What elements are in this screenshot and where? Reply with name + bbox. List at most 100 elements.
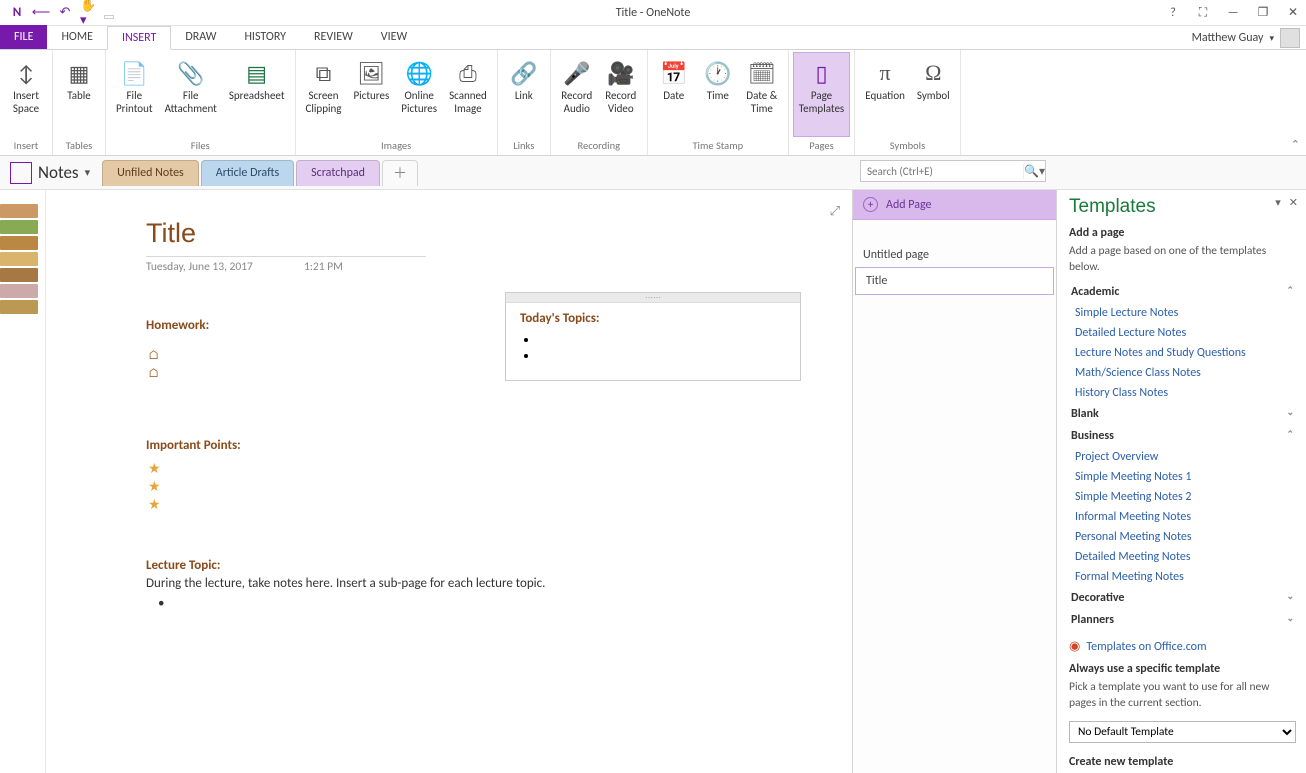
tab-history[interactable]: HISTORY — [230, 25, 300, 49]
page-item-title[interactable]: Title — [855, 267, 1054, 295]
template-link[interactable]: Lecture Notes and Study Questions — [1069, 343, 1296, 363]
camera-icon: 🎥 — [606, 58, 636, 88]
add-page-button[interactable]: + Add Page — [853, 190, 1056, 220]
equation-button[interactable]: πEquation — [859, 52, 911, 137]
tab-draw[interactable]: DRAW — [171, 25, 230, 49]
symbol-button[interactable]: ΩSymbol — [911, 52, 956, 137]
paperclip-icon: 📎 — [176, 58, 206, 88]
notebook-icon[interactable] — [10, 162, 32, 184]
link-button[interactable]: 🔗Link — [502, 52, 546, 137]
online-pictures-button[interactable]: 🌐Online Pictures — [395, 52, 443, 137]
collapse-ribbon-icon[interactable]: ⌃ — [1291, 138, 1300, 151]
search-icon[interactable]: 🔍▾ — [1023, 164, 1045, 179]
template-link[interactable]: Simple Meeting Notes 2 — [1069, 487, 1296, 507]
back-icon[interactable]: ⟵ — [32, 4, 50, 22]
notebook-dropdown-icon[interactable]: ▾ — [85, 166, 91, 179]
expand-icon[interactable]: ⤢ — [830, 204, 840, 219]
lecture-topic-body[interactable]: During the lecture, take notes here. Ins… — [146, 576, 545, 591]
page-title[interactable]: Title — [146, 218, 196, 249]
template-link[interactable]: Simple Lecture Notes — [1069, 303, 1296, 323]
star-icon[interactable]: ★ — [148, 478, 161, 495]
todays-topics-container[interactable]: ⋯⋯ Today's Topics: — [505, 292, 801, 381]
search-box[interactable]: 🔍▾ — [860, 160, 1046, 182]
table-button[interactable]: ▦Table — [57, 52, 101, 137]
list-item[interactable] — [538, 332, 786, 348]
template-link[interactable]: Detailed Meeting Notes — [1069, 547, 1296, 567]
page-canvas[interactable]: ⤢ Title Tuesday, June 13, 2017 1:21 PM H… — [0, 190, 852, 773]
templates-office-link[interactable]: ◉ Templates on Office.com — [1069, 639, 1296, 654]
star-icon[interactable]: ★ — [148, 460, 161, 477]
undo-icon[interactable]: ↶ — [56, 4, 74, 22]
qat-customize-icon[interactable] — [104, 15, 114, 19]
user-name: Matthew Guay — [1192, 31, 1264, 45]
chevron-up-icon: ⌃ — [1286, 285, 1294, 299]
date-button[interactable]: 📅Date — [652, 52, 696, 137]
tab-view[interactable]: VIEW — [367, 25, 421, 49]
template-link[interactable]: Informal Meeting Notes — [1069, 507, 1296, 527]
page-time: 1:21 PM — [304, 260, 343, 274]
link-icon: 🔗 — [509, 58, 539, 88]
online-pictures-icon: 🌐 — [404, 58, 434, 88]
container-drag-handle[interactable]: ⋯⋯ — [506, 293, 800, 303]
restore-icon[interactable]: ❐ — [1254, 4, 1272, 22]
default-template-select[interactable]: No Default Template — [1069, 721, 1296, 743]
section-tab-scratchpad[interactable]: Scratchpad — [296, 160, 380, 186]
home-icon[interactable]: ⌂ — [148, 348, 159, 363]
star-icon[interactable]: ★ — [148, 496, 161, 513]
template-link[interactable]: Formal Meeting Notes — [1069, 567, 1296, 587]
search-input[interactable] — [861, 165, 1023, 178]
chevron-up-icon: ⌃ — [1286, 429, 1294, 443]
scanner-icon: ⎙ — [453, 58, 483, 88]
pictures-button[interactable]: 🖼Pictures — [347, 52, 395, 137]
add-page-desc: Add a page based on one of the templates… — [1069, 244, 1296, 275]
pane-close-icon[interactable]: ✕ — [1289, 196, 1298, 209]
add-section-button[interactable]: ＋ — [382, 160, 418, 186]
category-academic[interactable]: Academic⌃ — [1069, 281, 1296, 303]
template-link[interactable]: Personal Meeting Notes — [1069, 527, 1296, 547]
templates-pane: ▾ ✕ Templates Add a page Add a page base… — [1056, 190, 1306, 773]
category-business[interactable]: Business⌃ — [1069, 425, 1296, 447]
record-video-button[interactable]: 🎥Record Video — [599, 52, 643, 137]
minimize-icon[interactable]: — — [1224, 4, 1242, 22]
user-account[interactable]: Matthew Guay ▾ — [1192, 28, 1300, 48]
date-time-button[interactable]: 🗓Date & Time — [740, 52, 784, 137]
record-audio-button[interactable]: 🎤Record Audio — [555, 52, 599, 137]
scanned-image-button[interactable]: ⎙Scanned Image — [443, 52, 493, 137]
page-margin-line — [45, 190, 46, 773]
page-templates-button[interactable]: ▯Page Templates — [793, 52, 850, 137]
template-link[interactable]: History Class Notes — [1069, 383, 1296, 403]
page-item-untitled[interactable]: Untitled page — [853, 242, 1056, 268]
template-link[interactable]: Math/Science Class Notes — [1069, 363, 1296, 383]
file-printout-button[interactable]: 📄File Printout — [110, 52, 159, 137]
clock-icon: 🕐 — [703, 58, 733, 88]
close-icon[interactable]: ✕ — [1284, 4, 1302, 22]
tab-insert[interactable]: INSERT — [107, 26, 171, 50]
category-decorative[interactable]: Decorative⌄ — [1069, 587, 1296, 609]
list-item[interactable] — [538, 348, 786, 364]
avatar — [1280, 28, 1300, 48]
spreadsheet-button[interactable]: ▤Spreadsheet — [223, 52, 291, 137]
touch-mode-icon[interactable]: ✋▾ — [80, 4, 98, 22]
full-screen-icon[interactable]: ⛶ — [1194, 4, 1212, 22]
home-icon[interactable]: ⌂ — [148, 366, 159, 381]
tab-review[interactable]: REVIEW — [300, 25, 367, 49]
template-link[interactable]: Detailed Lecture Notes — [1069, 323, 1296, 343]
screen-clipping-icon: ⧉ — [309, 58, 339, 88]
category-planners[interactable]: Planners⌄ — [1069, 609, 1296, 631]
tab-home[interactable]: HOME — [47, 25, 107, 49]
category-blank[interactable]: Blank⌄ — [1069, 403, 1296, 425]
pane-options-icon[interactable]: ▾ — [1275, 196, 1281, 209]
always-use-header: Always use a specific template — [1069, 662, 1296, 676]
microphone-icon: 🎤 — [562, 58, 592, 88]
tab-file[interactable]: FILE — [0, 25, 47, 49]
lecture-bullet[interactable]: • — [158, 596, 164, 611]
template-link[interactable]: Simple Meeting Notes 1 — [1069, 467, 1296, 487]
file-attachment-button[interactable]: 📎File Attachment — [159, 52, 223, 137]
time-button[interactable]: 🕐Time — [696, 52, 740, 137]
template-link[interactable]: Project Overview — [1069, 447, 1296, 467]
screen-clipping-button[interactable]: ⧉Screen Clipping — [300, 52, 348, 137]
help-icon[interactable]: ? — [1164, 4, 1182, 22]
insert-space-button[interactable]: ↕Insert Space — [4, 52, 48, 137]
section-tab-unfiled[interactable]: Unfiled Notes — [102, 160, 199, 186]
section-tab-drafts[interactable]: Article Drafts — [201, 160, 294, 186]
